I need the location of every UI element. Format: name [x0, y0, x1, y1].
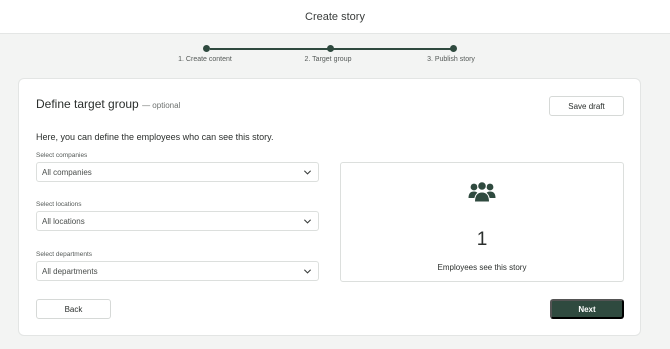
companies-select[interactable]: All companies — [36, 162, 319, 182]
step-dot-create-content — [203, 45, 210, 52]
chevron-down-icon — [303, 269, 312, 274]
departments-select[interactable]: All departments — [36, 261, 319, 281]
departments-select-value: All departments — [42, 266, 98, 276]
step-connector — [210, 48, 328, 50]
companies-label: Select companies — [36, 152, 88, 159]
save-draft-button[interactable]: Save draft — [549, 96, 624, 116]
employee-count-label: Employees see this story — [437, 263, 527, 272]
departments-label: Select departments — [36, 251, 93, 258]
locations-select-value: All locations — [42, 216, 85, 226]
back-button[interactable]: Back — [36, 299, 111, 319]
step-label-create-content: 1. Create content — [178, 56, 232, 63]
locations-label: Select locations — [36, 201, 82, 208]
companies-select-value: All companies — [42, 167, 92, 177]
card-title: Define target group — optional — [36, 97, 180, 111]
employee-count: 1 — [476, 229, 488, 250]
optional-label: — optional — [142, 101, 181, 110]
step-dot-publish-story — [450, 45, 457, 52]
step-dot-target-group — [327, 45, 334, 52]
page-title: Create story — [305, 10, 365, 23]
top-bar: Create story — [0, 0, 670, 34]
card-title-text: Define target group — [36, 97, 139, 111]
next-button[interactable]: Next — [550, 299, 624, 319]
progress-stepper: 1. Create content 2. Target group 3. Pub… — [0, 34, 670, 78]
step-label-publish-story: 3. Publish story — [427, 56, 475, 63]
chevron-down-icon — [303, 170, 312, 175]
target-group-card: Define target group — optional Save draf… — [18, 78, 641, 336]
locations-select[interactable]: All locations — [36, 211, 319, 231]
step-label-target-group: 2. Target group — [304, 56, 352, 63]
audience-stat-box: 1 Employees see this story — [340, 162, 624, 282]
chevron-down-icon — [303, 219, 312, 224]
step-connector — [333, 48, 451, 50]
users-icon — [468, 181, 496, 203]
intro-text: Here, you can define the employees who c… — [36, 132, 274, 142]
